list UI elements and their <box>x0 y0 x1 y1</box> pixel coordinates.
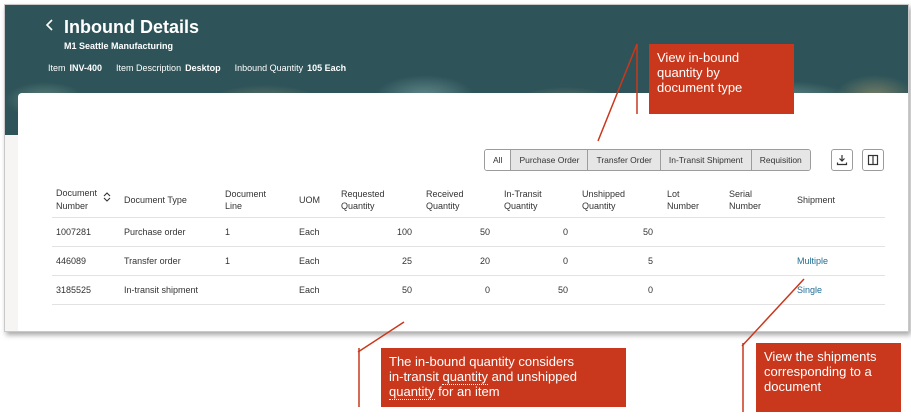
callout-shipments: View the shipments corresponding to a do… <box>756 343 901 412</box>
callout-inbound-quantity: The in-bound quantity considers in-trans… <box>381 348 626 407</box>
callout-document-type: View in-bound quantity by document type <box>649 44 794 114</box>
pointer-line-filters <box>597 43 638 142</box>
pointer-line-shipment <box>741 278 805 347</box>
